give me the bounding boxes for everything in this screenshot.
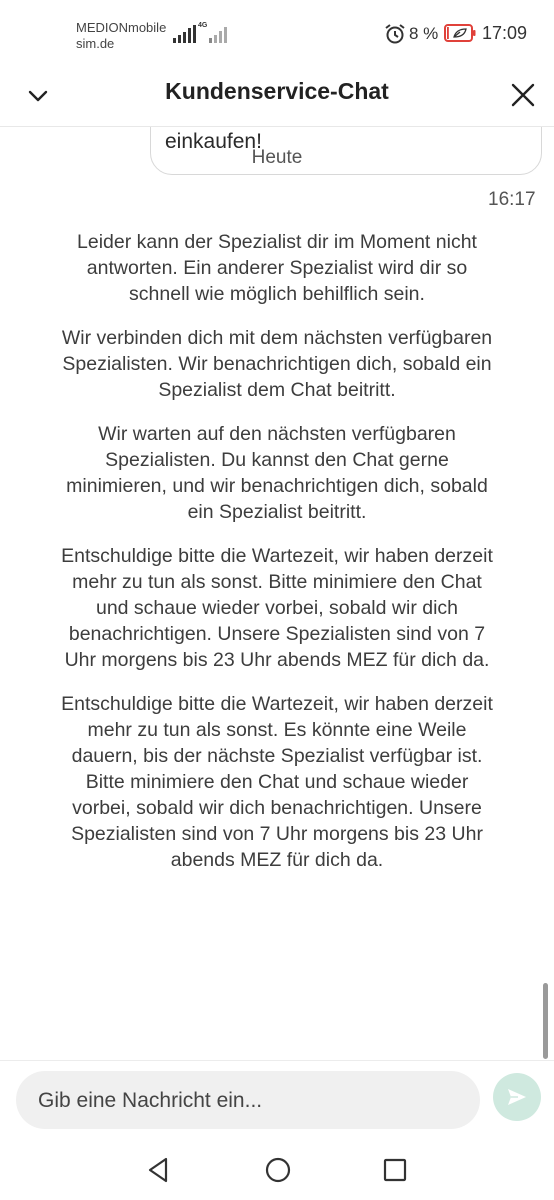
status-time: 17:09 [482,23,528,43]
message-input-wrapper[interactable] [16,1071,480,1131]
nav-home-icon[interactable] [264,1156,292,1184]
carrier-name: MEDIONmobile sim.de [76,20,167,51]
system-message: Leider kann der Spezialist dir im Moment… [77,231,477,305]
message-composer [0,1060,554,1143]
system-messages: Leider kann der Spezialist dir im Moment… [60,229,494,891]
battery-percent: 8 % [409,24,439,43]
system-message: Entschuldige bitte die Wartezeit, wir ha… [61,693,493,871]
day-separator: Heute [251,147,303,168]
signal-2-icon [209,27,227,43]
battery-icon [444,24,476,42]
send-icon [508,1089,526,1105]
message-input[interactable] [36,1071,460,1131]
chat-header: Kundenservice-Chat [0,64,554,127]
system-message: Wir warten auf den nächsten verfügbaren … [66,423,488,523]
alarm-icon [385,24,405,44]
nav-recents-icon[interactable] [383,1158,407,1182]
chat-scrollbar[interactable] [543,983,548,1059]
system-nav-bar [0,1142,554,1200]
system-message: Entschuldige bitte die Wartezeit, wir ha… [61,545,493,671]
page-title: Kundenservice-Chat [165,78,389,104]
status-bar: MEDIONmobile sim.de 4G 8 % 17:09 [0,0,554,64]
chat-transcript[interactable]: einkaufen! Heute 16:17 Leider kann der S… [0,127,554,1059]
signal-icon [173,25,196,43]
nav-back-icon[interactable] [146,1156,172,1184]
system-message: Wir verbinden dich mit dem nächsten verf… [61,327,493,401]
message-timestamp: 16:17 [488,189,536,210]
send-button[interactable] [493,1073,541,1121]
close-icon[interactable] [508,80,538,110]
